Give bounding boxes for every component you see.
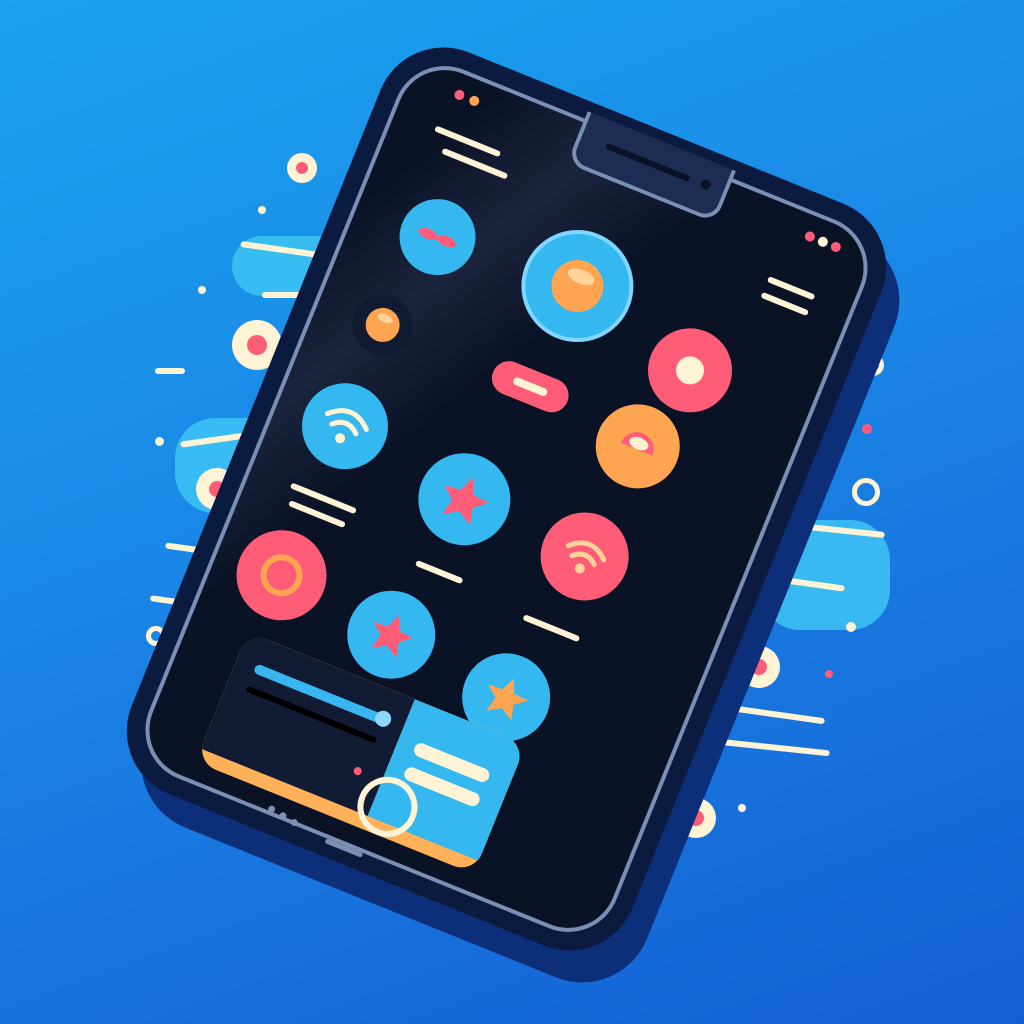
record-icon	[676, 356, 705, 385]
mustache-icon	[417, 228, 457, 248]
star-blue-icon	[371, 615, 414, 658]
decor-open-ring	[852, 478, 880, 506]
decor-dot	[155, 437, 164, 446]
decor-dot	[258, 206, 266, 214]
pill-button-label-line	[512, 376, 549, 398]
orb-icon	[551, 260, 604, 313]
orb-orange-icon	[620, 432, 654, 456]
decor-ring	[287, 153, 317, 183]
orb-small-icon	[365, 307, 400, 342]
decor-dot	[825, 670, 833, 678]
decor-dot	[846, 622, 856, 632]
decor-line	[155, 368, 185, 374]
wifi-icon	[324, 408, 369, 444]
slider-indicator-dot	[352, 765, 363, 777]
decor-line	[735, 705, 825, 725]
ring-icon	[260, 554, 303, 597]
wifi-red-icon	[566, 540, 607, 574]
star-orange-icon	[486, 678, 528, 721]
decor-dot	[198, 286, 206, 294]
star-icon	[442, 477, 489, 526]
decor-dot	[862, 424, 872, 434]
decor-dot	[738, 804, 746, 812]
